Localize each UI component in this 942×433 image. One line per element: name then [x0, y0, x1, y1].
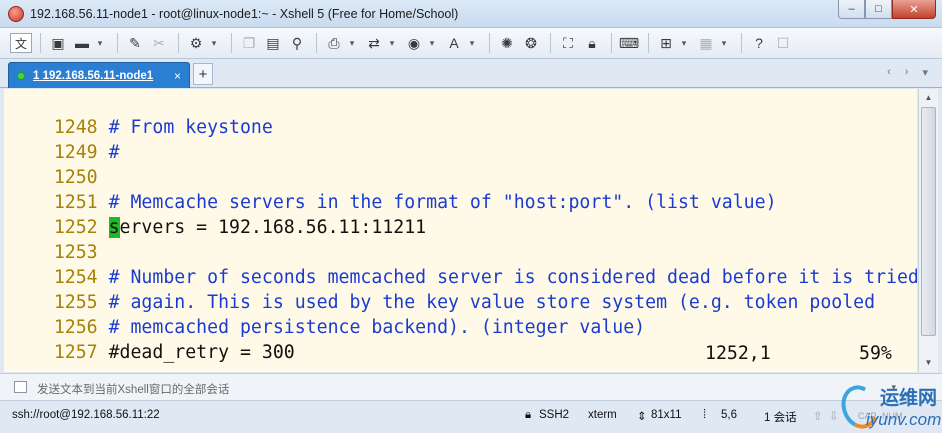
- toolbar-separator: [648, 33, 649, 53]
- watermark-text-en: iyunv.com: [866, 410, 942, 429]
- window-title: 192.168.56.11-node1 - root@linux-node1:~…: [30, 7, 459, 21]
- transfer-icon[interactable]: ⇄: [363, 32, 385, 54]
- tab-list-icon[interactable]: ▾: [922, 66, 928, 79]
- main-toolbar: 文 ▣ ▬ ▾ ✎ ✂ ⚙ ▾ ❐ ▤ ⚲ ⎙ ▾ ⇄ ▾ ◉ ▾ A ▾ ✺ …: [0, 28, 942, 59]
- connected-status-icon: [17, 71, 25, 80]
- paste-icon[interactable]: ▤: [262, 32, 284, 54]
- xmanager-icon[interactable]: ❂: [520, 32, 542, 54]
- help-icon[interactable]: ?: [748, 32, 770, 54]
- session-count-label: 1 会话: [764, 412, 797, 424]
- keyboard-icon[interactable]: ⌨: [618, 32, 640, 54]
- new-session-icon[interactable]: ▣: [47, 32, 69, 54]
- terminal-line: 1250: [10, 140, 109, 188]
- vim-scroll-percent: 59%: [859, 343, 892, 364]
- tab-next-icon[interactable]: ›: [905, 66, 909, 79]
- toolbar-separator: [231, 33, 232, 53]
- tab-navigation: ‹ › ▾: [887, 66, 928, 79]
- xshell-app-icon[interactable]: [8, 6, 24, 22]
- lock-icon[interactable]: 🔒︎: [581, 32, 603, 54]
- watermark-text-cn: 运维网: [880, 388, 938, 409]
- connection-address: ssh://root@192.168.56.11:22: [12, 409, 160, 421]
- text-mode-button[interactable]: 文: [10, 33, 32, 53]
- scroll-down-icon[interactable]: ▼: [919, 354, 938, 371]
- scroll-up-icon[interactable]: ▲: [919, 89, 938, 106]
- chat-icon[interactable]: ☐: [772, 32, 794, 54]
- compose-bar: 发送文本到当前Xshell窗口的全部会话 ▾: [0, 373, 942, 401]
- close-button[interactable]: ✕: [892, 0, 936, 19]
- cursor-position-label: 5,6: [721, 409, 737, 421]
- xftp-icon[interactable]: ✺: [496, 32, 518, 54]
- tab-prev-icon[interactable]: ‹: [887, 66, 891, 79]
- dropdown-icon[interactable]: ▾: [467, 32, 477, 54]
- tab-label: 1 192.168.56.11-node1: [33, 69, 154, 82]
- toolbar-separator: [550, 33, 551, 53]
- toolbar-separator: [316, 33, 317, 53]
- dropdown-icon[interactable]: ▾: [387, 32, 397, 54]
- tab-session-1[interactable]: 1 192.168.56.11-node1 ×: [8, 62, 190, 88]
- session-tab-strip: 1 192.168.56.11-node1 × + ‹ › ▾: [0, 59, 942, 88]
- window-controls: – □ ✕: [838, 0, 936, 20]
- line-text: #: [108, 142, 120, 163]
- maximize-button[interactable]: □: [865, 0, 892, 19]
- layout-icon[interactable]: ▦: [695, 32, 717, 54]
- dropdown-icon[interactable]: ▾: [95, 32, 105, 54]
- scrollbar-thumb[interactable]: [921, 107, 936, 336]
- lock-status-icon: 🔒︎: [525, 409, 532, 421]
- terminal-line: 1251 # Memcache servers in the format of…: [10, 165, 777, 213]
- line-number: 1257: [53, 342, 98, 363]
- disconnect-icon[interactable]: ✂: [148, 32, 170, 54]
- copy-icon[interactable]: ❐: [238, 32, 260, 54]
- compose-toggle-icon[interactable]: [14, 381, 27, 393]
- terminal-line: 1248 # From keystone: [10, 90, 273, 138]
- wand-icon[interactable]: ✎: [124, 32, 146, 54]
- dropdown-icon[interactable]: ▾: [719, 32, 729, 54]
- find-icon[interactable]: ⚲: [286, 32, 308, 54]
- line-text: #dead_retry = 300: [108, 342, 295, 363]
- fullscreen-icon[interactable]: ⛶: [557, 32, 579, 54]
- cursor-icon: ⁞: [703, 409, 707, 421]
- print-icon[interactable]: ⎙: [323, 32, 345, 54]
- terminal-scrollbar[interactable]: ▲ ▼: [918, 89, 938, 372]
- toolbar-separator: [741, 33, 742, 53]
- terminal-line: 1255 # again. This is used by the key va…: [10, 265, 875, 313]
- status-bar: ssh://root@192.168.56.11:22 🔒︎ SSH2 xter…: [0, 402, 942, 433]
- toolbar-separator: [489, 33, 490, 53]
- properties-icon[interactable]: ⚙: [185, 32, 207, 54]
- toolbar-separator: [178, 33, 179, 53]
- title-bar: 192.168.56.11-node1 - root@linux-node1:~…: [0, 0, 942, 28]
- toolbar-separator: [117, 33, 118, 53]
- size-icon: ⇕: [637, 411, 647, 423]
- add-tab-button[interactable]: +: [193, 63, 213, 85]
- terminal-line: 1252 servers = 192.168.56.11:11211: [10, 190, 426, 238]
- toolbar-separator: [611, 33, 612, 53]
- terminal-line: 1256 # memcached persistence backend). (…: [10, 290, 645, 338]
- add-pane-icon[interactable]: ⊞: [655, 32, 677, 54]
- terminal-type-label: xterm: [588, 409, 617, 421]
- terminal-line: 1253: [10, 215, 109, 263]
- dropdown-icon[interactable]: ▾: [209, 32, 219, 54]
- toolbar-separator: [40, 33, 41, 53]
- minimize-button[interactable]: –: [838, 0, 865, 19]
- dropdown-icon[interactable]: ▾: [427, 32, 437, 54]
- download-icon: ⇩: [829, 411, 839, 423]
- vim-cursor-position: 1252,1: [705, 343, 771, 364]
- line-text: ervers = 192.168.56.11:11211: [119, 217, 427, 238]
- globe-icon[interactable]: ◉: [403, 32, 425, 54]
- compose-input[interactable]: 发送文本到当前Xshell窗口的全部会话: [37, 381, 229, 397]
- upload-icon: ⇧: [813, 411, 823, 423]
- font-icon[interactable]: A: [443, 32, 465, 54]
- terminal-line: 1257 #dead_retry = 300: [10, 315, 295, 363]
- site-watermark-logo: 运维网 iyunv.com: [835, 380, 942, 433]
- terminal-line: 1249 #: [10, 115, 120, 163]
- terminal-line: 1254 # Number of seconds memcached serve…: [10, 240, 917, 288]
- line-text: # From keystone: [108, 117, 273, 138]
- open-folder-icon[interactable]: ▬: [71, 32, 93, 54]
- dropdown-icon[interactable]: ▾: [347, 32, 357, 54]
- dropdown-icon[interactable]: ▾: [679, 32, 689, 54]
- terminal-view[interactable]: 1248 # From keystone 1249 # 1250 1251 # …: [4, 89, 917, 372]
- protocol-label: SSH2: [539, 409, 570, 421]
- tab-close-icon[interactable]: ×: [174, 69, 181, 83]
- terminal-cursor: s: [108, 217, 120, 238]
- terminal-size-label: 81x11: [651, 409, 682, 421]
